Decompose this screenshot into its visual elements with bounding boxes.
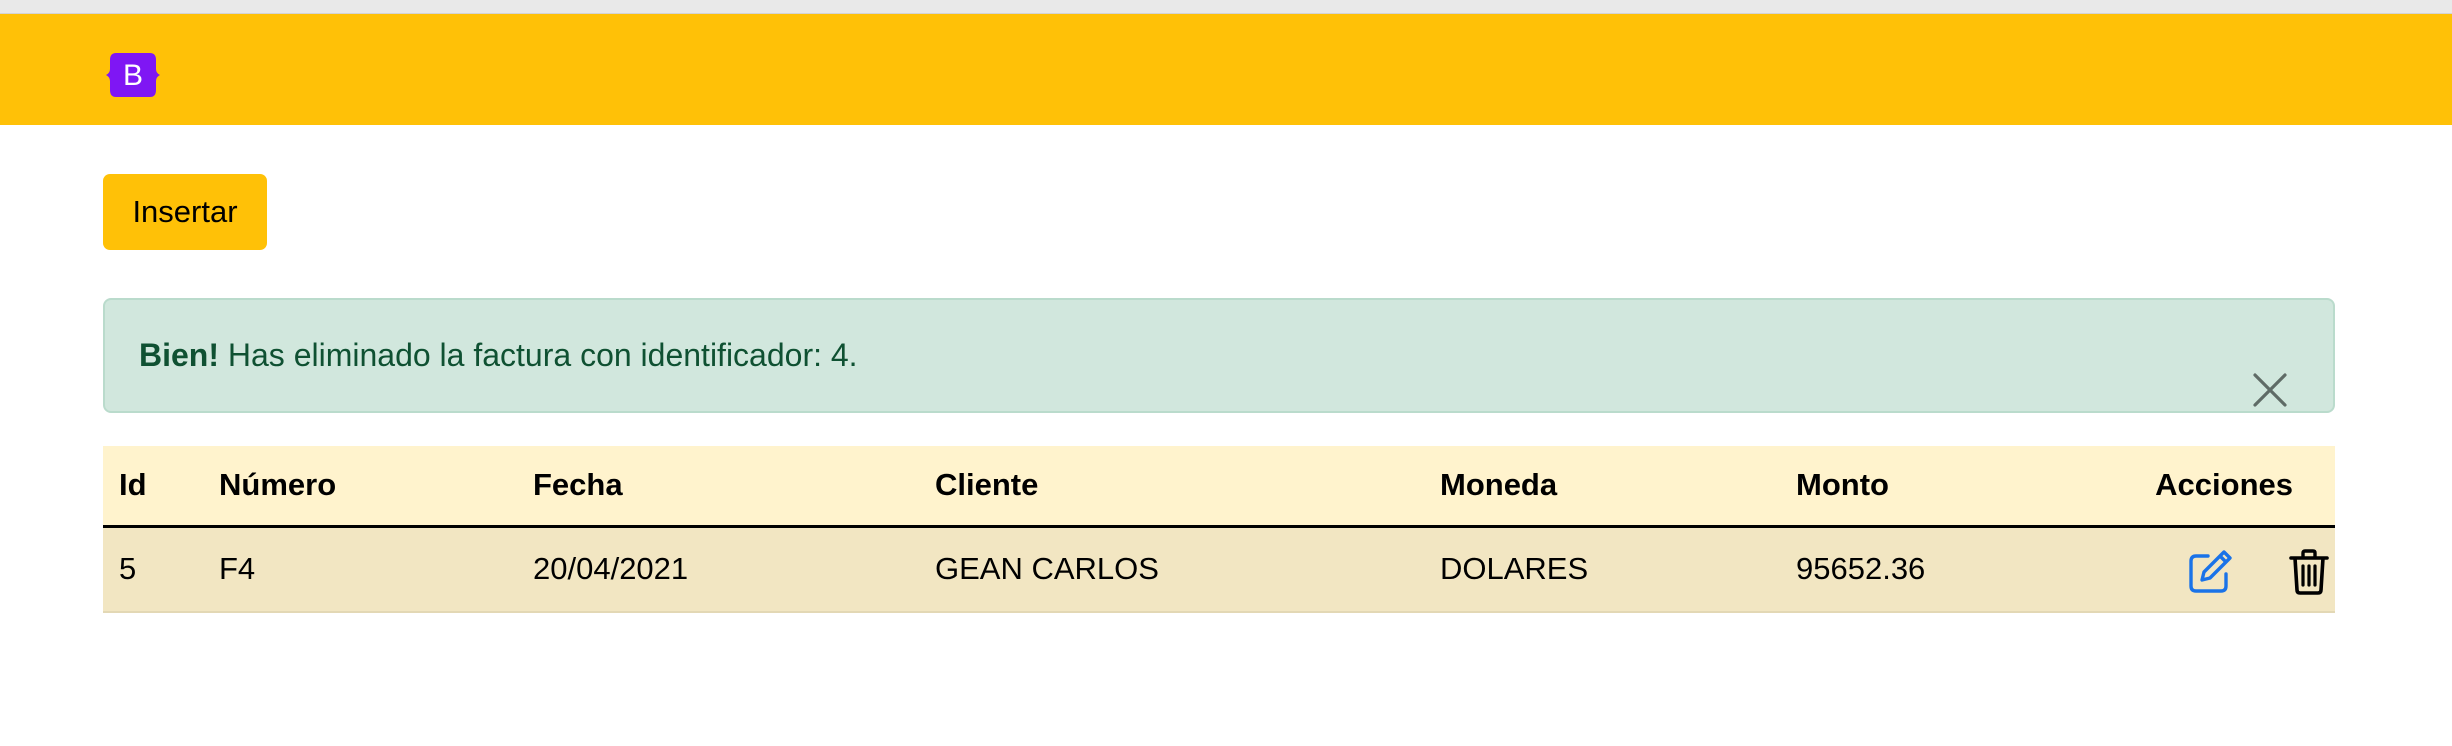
trash-icon[interactable] — [2289, 548, 2329, 596]
cell-acciones — [2133, 526, 2335, 613]
table-body: 5 F4 20/04/2021 GEAN CARLOS DOLARES 9565… — [103, 526, 2335, 613]
insert-button[interactable]: Insertar — [103, 174, 267, 250]
alert-strong: Bien! — [139, 337, 219, 373]
success-alert: Bien! Has eliminado la factura con ident… — [103, 298, 2335, 413]
cell-moneda: DOLARES — [1424, 526, 1780, 613]
table-header-row: Id Número Fecha Cliente Moneda Monto Acc… — [103, 446, 2335, 528]
cell-numero: F4 — [203, 526, 517, 613]
brand-logo[interactable]: B — [104, 50, 162, 100]
browser-top-strip — [0, 0, 2452, 14]
header-monto: Monto — [1780, 446, 2133, 528]
bootstrap-logo-icon: B — [106, 53, 160, 97]
cell-monto: 95652.36 — [1780, 526, 2133, 613]
header-moneda: Moneda — [1424, 446, 1780, 528]
table-row: 5 F4 20/04/2021 GEAN CARLOS DOLARES 9565… — [103, 526, 2335, 613]
header-cliente: Cliente — [919, 446, 1424, 528]
cell-fecha: 20/04/2021 — [517, 526, 919, 613]
cell-cliente: GEAN CARLOS — [919, 526, 1424, 613]
table-header: Id Número Fecha Cliente Moneda Monto Acc… — [103, 446, 2335, 528]
navbar: B — [0, 14, 2452, 125]
header-id: Id — [103, 446, 203, 528]
cell-id: 5 — [103, 526, 203, 613]
alert-text: Has eliminado la factura con identificad… — [219, 337, 858, 373]
edit-icon[interactable] — [2186, 548, 2234, 596]
header-fecha: Fecha — [517, 446, 919, 528]
close-icon[interactable] — [2253, 339, 2287, 407]
brand-letter: B — [123, 59, 143, 92]
header-numero: Número — [203, 446, 517, 528]
header-acciones: Acciones — [2133, 446, 2335, 528]
invoices-table: Id Número Fecha Cliente Moneda Monto Acc… — [103, 446, 2335, 613]
alert-message: Bien! Has eliminado la factura con ident… — [139, 300, 858, 411]
